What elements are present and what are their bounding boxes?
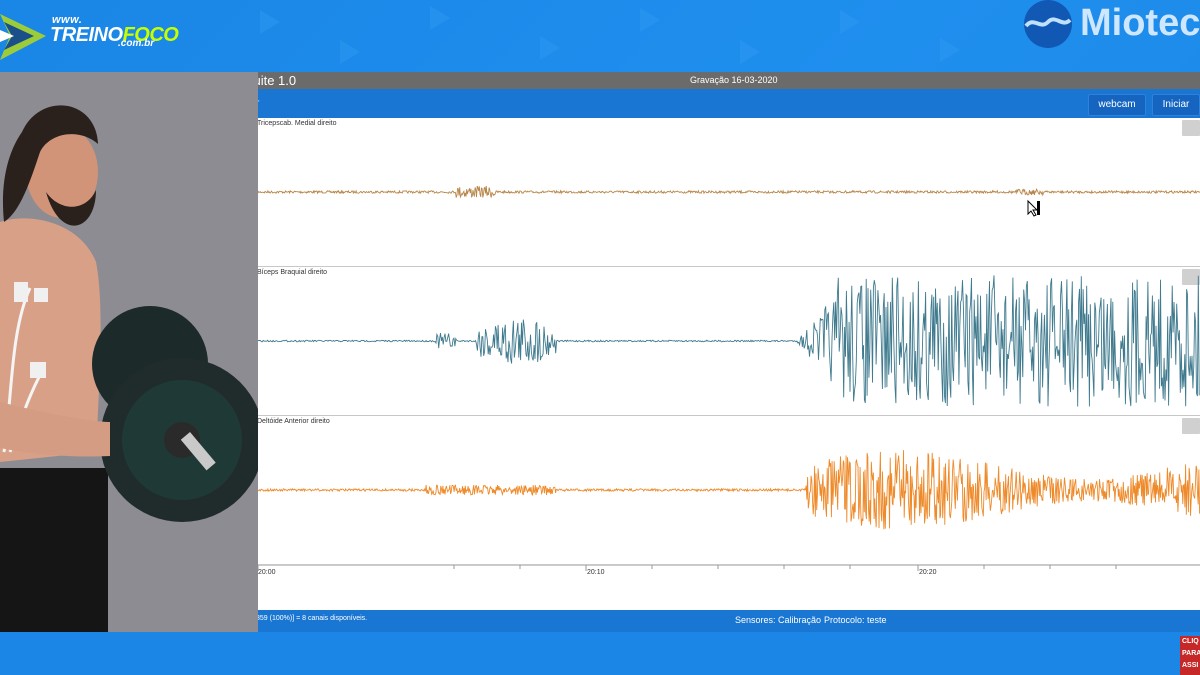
status-sensors: Sensores: Calibração: [735, 615, 822, 625]
miotec-suite-window: tecSuite 1.0 Gravação 16-03-2020 r webca…: [212, 72, 1200, 632]
site-suffix: .com.br: [118, 38, 155, 49]
channel-triceps: Tricepscab. Medial direito: [256, 118, 1200, 267]
start-button[interactable]: Iniciar: [1152, 94, 1200, 116]
cta-line: CLIQ: [1182, 638, 1199, 645]
partner-logo-text: Miotec: [1080, 2, 1200, 44]
recording-title: Gravação 16-03-2020: [690, 75, 778, 85]
emg-channels: Tricepscab. Medial direito Bíceps Braqui…: [256, 118, 1200, 565]
site-name: TREINOFOCO: [50, 24, 179, 47]
cta-line: PARA: [1182, 650, 1200, 657]
channel-signal: [256, 275, 1200, 407]
channel-biceps: Bíceps Braquial direito: [256, 267, 1200, 416]
athlete-image: [0, 72, 258, 632]
time-tick-label: 20:20: [919, 569, 937, 576]
channel-signal: [256, 185, 1200, 199]
webcam-button[interactable]: webcam: [1088, 94, 1146, 116]
subscribe-cta-button[interactable]: CLIQ PARA ASSI: [1180, 636, 1200, 675]
status-bar: 359 (100%)] = 8 canais disponíveis. Sens…: [212, 610, 1200, 632]
channel-deltoid: Deltóide Anterior direito: [256, 416, 1200, 565]
time-axis-ticks: [256, 565, 1200, 571]
exercise-video: [0, 72, 258, 632]
time-tick-label: 20:00: [258, 569, 276, 576]
channel-signal: [256, 450, 1200, 530]
time-tick-label: 20:10: [587, 569, 605, 576]
title-bar: tecSuite 1.0 Gravação 16-03-2020: [212, 72, 1200, 89]
time-axis: 20:00 20:10 20:20: [256, 565, 1200, 610]
toolbar: r webcam Iniciar: [212, 89, 1200, 118]
status-protocol: Protocolo: teste: [824, 615, 887, 625]
cta-line: ASSI: [1182, 662, 1199, 669]
mouse-cursor-icon: [1027, 199, 1040, 217]
bottom-band: [0, 632, 1200, 675]
status-channels-text: 359 (100%)] = 8 canais disponíveis.: [256, 615, 368, 622]
site-name-part1: TREINO: [50, 24, 123, 46]
